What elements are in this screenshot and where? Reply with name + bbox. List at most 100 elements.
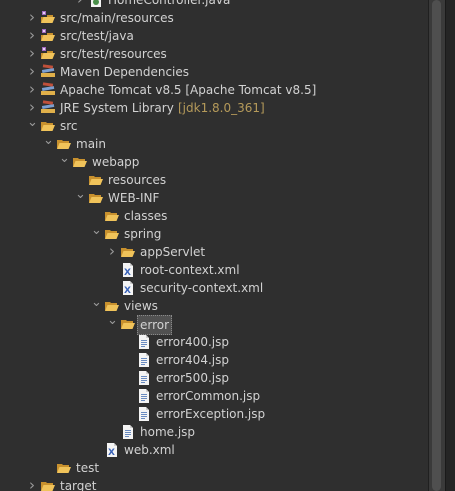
tree-item-label: HomeController.java bbox=[108, 0, 231, 7]
source-folder-icon bbox=[40, 46, 56, 62]
library-icon bbox=[40, 100, 56, 116]
tree-row[interactable]: › HomeController.java bbox=[0, 0, 428, 9]
tree-row[interactable]: errorCommon.jsp bbox=[0, 387, 428, 405]
tree-row[interactable]: Xsecurity-context.xml bbox=[0, 279, 428, 297]
chevron-right-icon[interactable]: › bbox=[75, 0, 85, 9]
tree-row[interactable]: ⌄ WEB-INF bbox=[0, 188, 428, 207]
chevron-right-icon[interactable]: › bbox=[27, 63, 37, 81]
tree-row[interactable]: › JRE System Library [jdk1.8.0_361] bbox=[0, 99, 428, 117]
tree-row[interactable]: › src/test/resources bbox=[0, 45, 428, 63]
library-icon bbox=[40, 82, 56, 98]
xml-file-icon: X bbox=[120, 262, 136, 278]
tree-item-label: error500.jsp bbox=[156, 371, 229, 385]
scrollbar-thumb[interactable] bbox=[432, 0, 441, 491]
chevron-down-icon[interactable]: ⌄ bbox=[107, 314, 118, 333]
source-folder-icon bbox=[40, 28, 56, 44]
folder-open-icon bbox=[104, 208, 120, 224]
xml-file-icon: X bbox=[104, 442, 120, 458]
chevron-right-icon[interactable]: › bbox=[27, 477, 37, 491]
folder-open-icon bbox=[120, 244, 136, 260]
tree-row[interactable]: ⌄ views bbox=[0, 296, 428, 315]
tree-item-label: classes bbox=[124, 209, 168, 223]
tree-row[interactable]: › appServlet bbox=[0, 243, 428, 261]
svg-text:X: X bbox=[124, 268, 131, 278]
tree-item-label: error404.jsp bbox=[156, 353, 229, 367]
tree-row[interactable]: test bbox=[0, 459, 428, 477]
chevron-down-icon[interactable]: ⌄ bbox=[75, 188, 86, 207]
svg-text:X: X bbox=[108, 448, 115, 458]
tree-row[interactable]: › Apache Tomcat v8.5 [Apache Tomcat v8.5] bbox=[0, 81, 428, 99]
tree-row[interactable]: errorException.jsp bbox=[0, 405, 428, 423]
tree-row[interactable]: classes bbox=[0, 207, 428, 225]
chevron-right-icon[interactable]: › bbox=[107, 243, 117, 261]
tree-row[interactable]: home.jsp bbox=[0, 423, 428, 441]
tree-item-label: Maven Dependencies bbox=[60, 65, 190, 79]
project-explorer-tree[interactable]: ›HomeController.java›src/main/resources›… bbox=[0, 0, 428, 491]
tree-row[interactable]: ⌄ error bbox=[0, 314, 428, 335]
jsp-file-icon bbox=[136, 334, 152, 350]
xml-file-icon: X bbox=[120, 280, 136, 296]
tree-item-label: error bbox=[137, 315, 173, 335]
tree-item-label: views bbox=[124, 299, 158, 313]
tree-item-label: JRE System Library bbox=[60, 101, 174, 115]
tree-item-label: security-context.xml bbox=[140, 281, 264, 295]
tree-row[interactable]: Xroot-context.xml bbox=[0, 261, 428, 279]
tree-row[interactable]: ⌄ webapp bbox=[0, 152, 428, 171]
tree-row[interactable]: › src/main/resources bbox=[0, 9, 428, 27]
jsp-file-icon bbox=[136, 370, 152, 386]
source-folder-icon bbox=[40, 10, 56, 26]
vertical-scrollbar[interactable] bbox=[428, 0, 445, 491]
folder-open-icon bbox=[104, 298, 120, 314]
tree-row[interactable]: › target bbox=[0, 477, 428, 491]
tree-item-label: resources bbox=[108, 173, 167, 187]
chevron-right-icon[interactable]: › bbox=[27, 27, 37, 45]
tree-item-label: webapp bbox=[92, 155, 140, 169]
tree-item-label: root-context.xml bbox=[140, 263, 240, 277]
chevron-down-icon[interactable]: ⌄ bbox=[91, 224, 102, 243]
folder-open-icon bbox=[40, 118, 56, 134]
tree-item-label: home.jsp bbox=[140, 425, 196, 439]
tree-item-label: spring bbox=[124, 227, 162, 241]
tree-item-label: target bbox=[60, 479, 97, 491]
tree-item-label: main bbox=[76, 137, 106, 151]
chevron-right-icon[interactable]: › bbox=[27, 45, 37, 63]
library-icon bbox=[40, 64, 56, 80]
chevron-down-icon[interactable]: ⌄ bbox=[91, 296, 102, 315]
chevron-right-icon[interactable]: › bbox=[27, 81, 37, 99]
tree-row[interactable]: error404.jsp bbox=[0, 351, 428, 369]
jsp-file-icon bbox=[136, 406, 152, 422]
folder-open-icon bbox=[56, 460, 72, 476]
tree-row[interactable]: error500.jsp bbox=[0, 369, 428, 387]
tree-item-label: appServlet bbox=[140, 245, 206, 259]
tree-item-label: test bbox=[76, 461, 100, 475]
tree-item-label: errorCommon.jsp bbox=[156, 389, 261, 403]
tree-item-label: WEB-INF bbox=[108, 191, 160, 205]
tree-item-label: Apache Tomcat v8.5 [Apache Tomcat v8.5] bbox=[60, 83, 317, 97]
svg-text:X: X bbox=[124, 286, 131, 296]
tree-row[interactable]: Xweb.xml bbox=[0, 441, 428, 459]
tree-row[interactable]: ⌄ spring bbox=[0, 224, 428, 243]
tree-row[interactable]: resources bbox=[0, 171, 428, 189]
folder-open-icon bbox=[72, 154, 88, 170]
jdk-version-decoration: [jdk1.8.0_361] bbox=[178, 101, 265, 115]
tree-row[interactable]: ⌄ src bbox=[0, 116, 428, 135]
java-file-icon bbox=[88, 0, 104, 8]
folder-open-icon bbox=[56, 136, 72, 152]
chevron-down-icon[interactable]: ⌄ bbox=[43, 134, 54, 153]
jsp-file-icon bbox=[120, 424, 136, 440]
folder-open-icon bbox=[88, 190, 104, 206]
chevron-down-icon[interactable]: ⌄ bbox=[59, 152, 70, 171]
chevron-right-icon[interactable]: › bbox=[27, 9, 37, 27]
tree-item-label: src/test/java bbox=[60, 29, 134, 43]
tree-row[interactable]: › src/test/java bbox=[0, 27, 428, 45]
tree-row[interactable]: error400.jsp bbox=[0, 333, 428, 351]
tree-row[interactable]: › Maven Dependencies bbox=[0, 63, 428, 81]
chevron-down-icon[interactable]: ⌄ bbox=[27, 116, 38, 135]
folder-open-icon bbox=[120, 316, 136, 332]
tree-item-label: src/test/resources bbox=[60, 47, 167, 61]
jsp-file-icon bbox=[136, 388, 152, 404]
tree-item-label: error400.jsp bbox=[156, 335, 229, 349]
folder-open-icon bbox=[104, 226, 120, 242]
tree-item-label: errorException.jsp bbox=[156, 407, 266, 421]
folder-open-icon bbox=[88, 172, 104, 188]
